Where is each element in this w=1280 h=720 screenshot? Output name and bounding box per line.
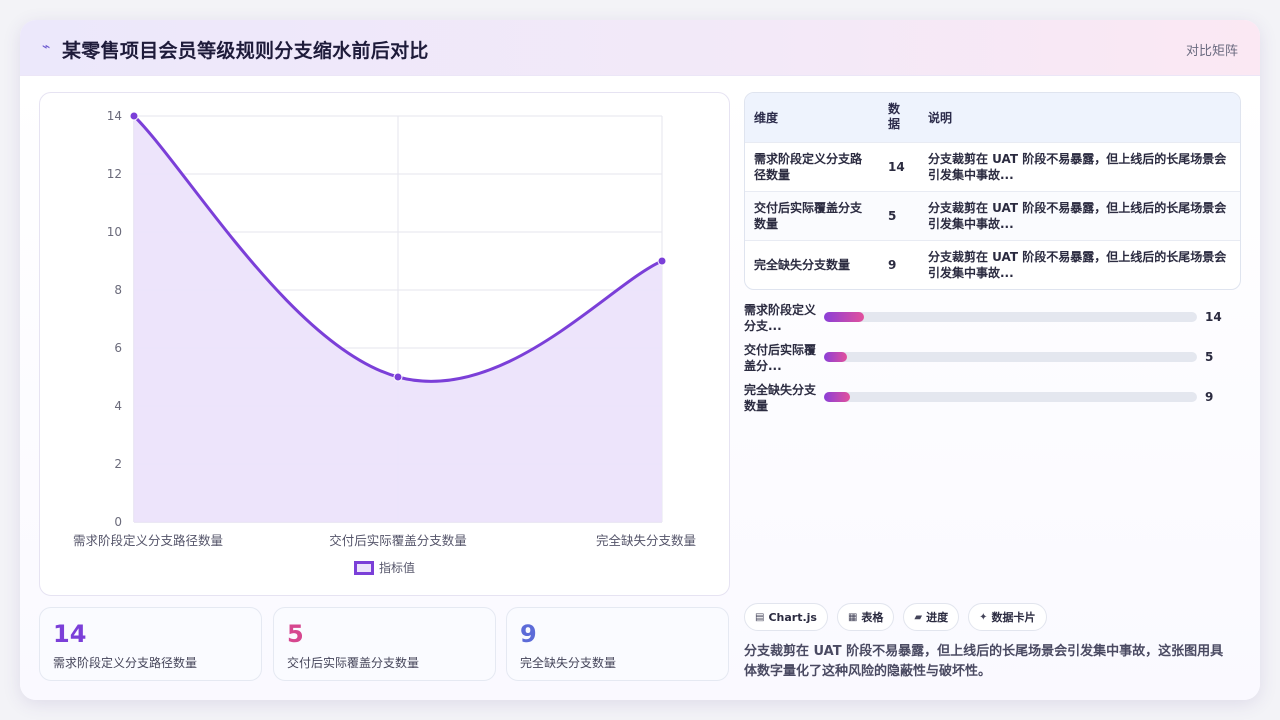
stat-value: 5 [287, 620, 304, 648]
progress-row-defined: 需求阶段定义分支... 14 [744, 302, 1244, 334]
progress-value: 14 [1205, 310, 1222, 324]
main-card: ⌁ 某零售项目会员等级规则分支缩水前后对比 对比矩阵 0 2 4 6 8 10 12 14 需求… [20, 20, 1260, 700]
table-row: 完全缺失分支数量 9 分支裁剪在 UAT 阶段不易暴露，但上线后的长尾场景会引发… [745, 240, 1240, 289]
y-tick-label: 4 [114, 399, 122, 413]
table-cell-dimension: 完全缺失分支数量 [754, 257, 851, 272]
table-cell-value: 9 [888, 257, 897, 272]
y-tick-label: 2 [114, 457, 122, 471]
chip-data-card[interactable]: ✦ 数据卡片 [968, 603, 1047, 631]
x-tick-label: 完全缺失分支数量 [596, 533, 696, 548]
stat-caption: 需求阶段定义分支路径数量 [53, 656, 198, 670]
summary-text: 分支裁剪在 UAT 阶段不易暴露，但上线后的长尾场景会引发集中事故，这张图用具体… [744, 644, 1224, 679]
legend-swatch [354, 560, 374, 575]
y-tick-label: 8 [114, 283, 122, 297]
chip-label: 进度 [926, 611, 949, 624]
y-tick-label: 0 [114, 515, 122, 529]
table-cell-dimension: 交付后实际覆盖分支数量 [754, 200, 863, 231]
table-cell-value: 5 [888, 208, 897, 223]
y-tick-label: 14 [107, 109, 122, 123]
comparison-table: 维度 数据 说明 需求阶段定义分支路径数量 14 分支裁剪在 UAT 阶段不易暴… [744, 92, 1241, 290]
table-header-data-label: 数据 [888, 102, 901, 132]
data-point [657, 256, 667, 266]
table-header-row: 维度 数据 说明 [745, 93, 1240, 142]
legend-label: 指标值 [379, 561, 416, 575]
x-tick-label: 交付后实际覆盖分支数量 [329, 533, 467, 548]
progress-track [824, 392, 1197, 402]
stat-card-defined: 14 需求阶段定义分支路径数量 [39, 607, 262, 681]
progress-value: 5 [1205, 350, 1214, 364]
stat-card-missing: 9 完全缺失分支数量 [506, 607, 729, 681]
x-tick-label: 需求阶段定义分支路径数量 [73, 533, 223, 548]
progress-label: 交付后实际覆盖分... [744, 343, 817, 373]
progress-track [824, 312, 1197, 322]
table-header-note: 说明 [928, 110, 953, 125]
stat-caption: 交付后实际覆盖分支数量 [287, 656, 420, 670]
table-cell-value: 14 [888, 159, 905, 174]
stat-card-covered: 5 交付后实际覆盖分支数量 [273, 607, 496, 681]
chip-label: 数据卡片 [991, 611, 1036, 624]
stat-value: 9 [520, 620, 537, 648]
line-chart-panel: 0 2 4 6 8 10 12 14 需求阶段定义分支路径数量 交付后实际覆盖分支数量 完全缺失分支… [39, 92, 730, 596]
chip-label: Chart.js [768, 610, 817, 624]
chip-table[interactable]: ▦ 表格 [836, 603, 895, 631]
table-icon: ▦ [847, 611, 858, 623]
y-tick-label: 6 [114, 341, 122, 355]
tech-chips: ▤ Chart.js ▦ 表格 ▰ 进度 ✦ 数据卡片 [744, 603, 1056, 631]
table-cell-note: 分支裁剪在 UAT 阶段不易暴露，但上线后的长尾场景会引发集中事故... [928, 151, 1227, 182]
stat-value: 14 [53, 620, 87, 648]
chip-chartjs[interactable]: ▤ Chart.js [744, 603, 828, 631]
chip-progress[interactable]: ▰ 进度 [903, 603, 960, 631]
header-tag: 对比矩阵 [1185, 44, 1238, 59]
sparkle-icon: ✦ [979, 611, 988, 623]
progress-label: 需求阶段定义分支... [744, 303, 817, 333]
progress-row-covered: 交付后实际覆盖分... 5 [744, 342, 1244, 374]
stat-caption: 完全缺失分支数量 [520, 656, 617, 670]
chart-icon: ▤ [755, 611, 765, 623]
y-tick-label: 12 [107, 167, 122, 181]
header-bar: ⌁ 某零售项目会员等级规则分支缩水前后对比 对比矩阵 [20, 20, 1260, 76]
table-cell-note: 分支裁剪在 UAT 阶段不易暴露，但上线后的长尾场景会引发集中事故... [928, 249, 1227, 280]
page-title: 某零售项目会员等级规则分支缩水前后对比 [62, 40, 429, 62]
progress-label: 完全缺失分支数量 [744, 383, 817, 413]
chip-label: 表格 [861, 611, 884, 624]
chart-legend[interactable]: 指标值 [354, 559, 415, 576]
data-point [129, 111, 139, 121]
progress-row-missing: 完全缺失分支数量 9 [744, 382, 1244, 414]
lightning-icon: ⌁ [42, 39, 51, 55]
progress-value: 9 [1205, 390, 1214, 404]
progress-fill [824, 312, 864, 322]
table-header-dimension: 维度 [754, 110, 779, 125]
table-cell-note: 分支裁剪在 UAT 阶段不易暴露，但上线后的长尾场景会引发集中事故... [928, 200, 1227, 231]
progress-fill [824, 392, 851, 402]
table-header-data: 数据 [879, 93, 919, 142]
table-row: 交付后实际覆盖分支数量 5 分支裁剪在 UAT 阶段不易暴露，但上线后的长尾场景… [745, 191, 1240, 240]
y-tick-label: 10 [107, 225, 122, 239]
progress-track [824, 352, 1197, 362]
table-row: 需求阶段定义分支路径数量 14 分支裁剪在 UAT 阶段不易暴露，但上线后的长尾… [745, 142, 1240, 191]
line-chart: 0 2 4 6 8 10 12 14 需求阶段定义分支路径数量 交付后实际覆盖分支数量 完全缺失分支… [73, 109, 696, 548]
progress-icon: ▰ [914, 611, 923, 623]
table-cell-dimension: 需求阶段定义分支路径数量 [754, 151, 863, 182]
data-point [393, 372, 403, 382]
progress-fill [824, 352, 848, 362]
